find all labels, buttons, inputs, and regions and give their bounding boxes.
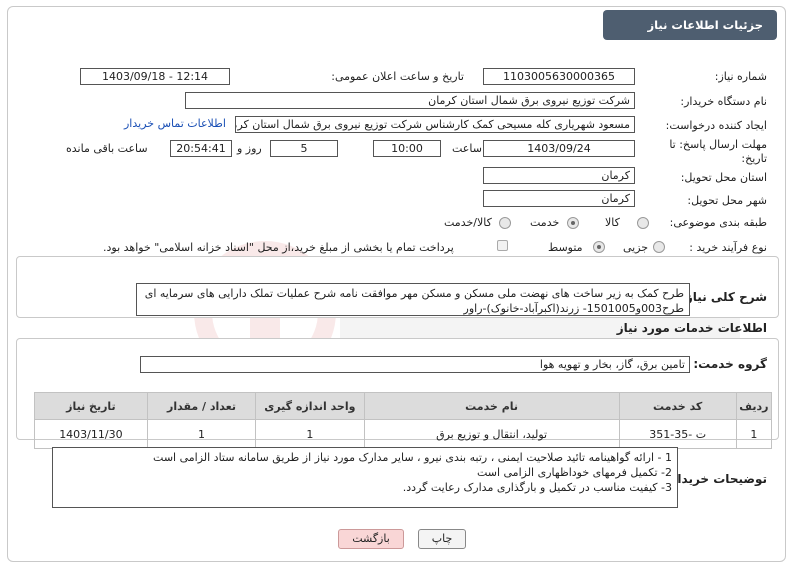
service-group-field[interactable]: تامین برق، گاز، بخار و تهویه هوا bbox=[140, 356, 690, 373]
category-radio-service[interactable] bbox=[567, 217, 579, 229]
summary-label: شرح کلی نیاز: bbox=[681, 290, 767, 304]
remaining-label: ساعت باقی مانده bbox=[66, 142, 148, 155]
province-label: استان محل تحویل: bbox=[680, 171, 767, 184]
days-field[interactable]: 5 bbox=[270, 140, 338, 157]
process-label: نوع فرآیند خرید : bbox=[689, 241, 767, 254]
buyer-field[interactable]: شرکت توزیع نیروی برق شمال استان کرمان bbox=[185, 92, 635, 109]
col-qty: تعداد / مقدار bbox=[146, 392, 257, 420]
province-field[interactable]: کرمان bbox=[483, 167, 635, 184]
creator-label: ایجاد کننده درخواست: bbox=[665, 119, 767, 132]
category-radio-goods[interactable] bbox=[637, 217, 649, 229]
cell-row: 1 bbox=[735, 419, 773, 449]
services-section-title: اطلاعات خدمات مورد نیاز bbox=[616, 321, 767, 335]
announce-date-field[interactable]: 1403/09/18 - 12:14 bbox=[80, 68, 230, 85]
cell-qty: 1 bbox=[146, 419, 257, 449]
buyer-notes-label: توضیحات خریدار: bbox=[665, 472, 767, 486]
deadline-time-field[interactable]: 10:00 bbox=[373, 140, 441, 157]
table-row[interactable]: 1 ت -35-351 تولید، انتقال و توزیع برق 1 … bbox=[34, 419, 773, 449]
back-button[interactable]: بازگشت bbox=[338, 529, 404, 549]
service-group-label: گروه خدمت: bbox=[693, 357, 767, 371]
col-date: تاریخ نیاز bbox=[34, 392, 148, 420]
col-row: ردیف bbox=[735, 392, 773, 420]
buyer-note-line: 1 - ارائه گواهینامه تائید صلاحیت ایمنی ،… bbox=[153, 451, 672, 464]
cell-code: ت -35-351 bbox=[618, 419, 737, 449]
days-label: روز و bbox=[237, 142, 262, 155]
summary-textarea[interactable]: طرح کمک به زیر ساخت های نهضت ملی مسکن و … bbox=[136, 283, 690, 316]
process-radio-medium[interactable] bbox=[593, 241, 605, 253]
cell-name: تولید، انتقال و توزیع برق bbox=[363, 419, 620, 449]
need-number-label: شماره نیاز: bbox=[714, 70, 767, 83]
category-option-service: خدمت bbox=[530, 216, 560, 229]
category-label: طبقه بندی موضوعی: bbox=[669, 216, 767, 229]
buyer-note-line: 2- تکمیل فرمهای خوداظهاری الزامی است bbox=[476, 466, 672, 479]
process-option-minor: جزیی bbox=[623, 241, 649, 254]
buyer-label: نام دستگاه خریدار: bbox=[680, 95, 767, 108]
col-unit: واحد اندازه گیری bbox=[255, 392, 365, 420]
col-code: کد خدمت bbox=[618, 392, 737, 420]
services-table: ردیف کد خدمت نام خدمت واحد اندازه گیری ت… bbox=[34, 392, 773, 449]
category-radio-goods-service[interactable] bbox=[499, 217, 511, 229]
process-radio-minor[interactable] bbox=[653, 241, 665, 253]
remaining-time-field[interactable]: 20:54:41 bbox=[170, 140, 232, 157]
city-label: شهر محل تحویل: bbox=[687, 194, 767, 207]
page-title: جزئیات اطلاعات نیاز bbox=[603, 10, 777, 40]
city-field[interactable]: کرمان bbox=[483, 190, 635, 207]
contact-info-link[interactable]: اطلاعات تماس خریدار bbox=[124, 117, 226, 130]
col-name: نام خدمت bbox=[363, 392, 620, 420]
treasury-checkbox[interactable] bbox=[497, 240, 508, 251]
print-button[interactable]: چاپ bbox=[418, 529, 466, 549]
need-number-field[interactable]: 1103005630000365 bbox=[483, 68, 635, 85]
buyer-note-line: 3- کیفیت مناسب در تکمیل و بارگذاری مدارک… bbox=[402, 481, 672, 494]
creator-field[interactable]: مسعود شهریاری کله مسیحی کمک کارشناس شرکت… bbox=[235, 116, 635, 133]
table-header-row: ردیف کد خدمت نام خدمت واحد اندازه گیری ت… bbox=[34, 392, 773, 420]
cell-unit: 1 bbox=[255, 419, 365, 449]
deadline-time-label: ساعت bbox=[452, 142, 482, 155]
category-option-goods: کالا bbox=[605, 216, 620, 229]
treasury-note: پرداخت تمام یا بخشی از مبلغ خرید،از محل … bbox=[103, 241, 454, 254]
deadline-date-field[interactable]: 1403/09/24 bbox=[483, 140, 635, 157]
cell-date: 1403/11/30 bbox=[34, 419, 148, 449]
deadline-label: مهلت ارسال پاسخ: تا تاریخ: bbox=[669, 138, 767, 165]
process-option-medium: متوسط bbox=[548, 241, 583, 254]
announce-label: تاریخ و ساعت اعلان عمومی: bbox=[331, 70, 464, 83]
buyer-notes-textarea[interactable]: 1 - ارائه گواهینامه تائید صلاحیت ایمنی ،… bbox=[52, 447, 678, 508]
category-option-goods-service: کالا/خدمت bbox=[444, 216, 492, 229]
